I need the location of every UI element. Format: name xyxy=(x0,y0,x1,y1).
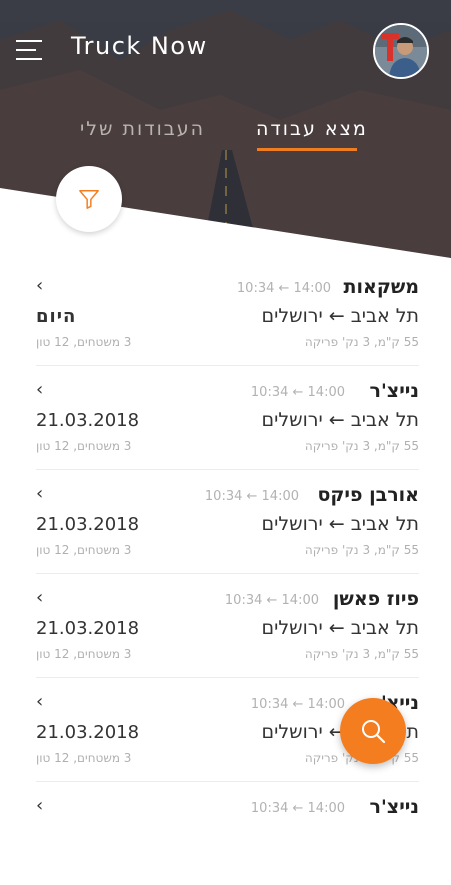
app-title: Truck Now xyxy=(71,32,208,60)
avatar-image xyxy=(375,25,427,77)
job-times: 10:34 ← 14:00 xyxy=(204,489,299,504)
active-tab-indicator xyxy=(257,148,357,151)
job-list-item[interactable]: אורבן פיקס 10:34 ← 14:00 ‹ תל אביב ← ירו… xyxy=(36,470,419,574)
search-button[interactable] xyxy=(340,698,406,764)
job-times: 10:34 ← 14:00 xyxy=(236,281,331,296)
job-details: 55 ק"מ, 3 נק' פריקה xyxy=(304,335,419,349)
job-times: 10:34 ← 14:00 xyxy=(224,593,319,608)
filter-button[interactable] xyxy=(56,166,122,232)
job-load: 3 משטחים, 12 טון xyxy=(36,751,132,765)
job-list-item[interactable]: משקאות 10:34 ← 14:00 ‹ תל אביב ← ירושלים… xyxy=(36,262,419,366)
job-load: 3 משטחים, 12 טון xyxy=(36,439,132,453)
job-route: תל אביב ← ירושלים xyxy=(261,409,419,431)
chevron-left-icon: ‹ xyxy=(36,691,44,712)
job-list: משקאות 10:34 ← 14:00 ‹ תל אביב ← ירושלים… xyxy=(0,262,451,885)
job-company: אורבן פיקס xyxy=(317,484,419,506)
menu-icon-bar xyxy=(16,49,36,51)
job-times: 10:34 ← 14:00 xyxy=(250,385,345,400)
search-icon xyxy=(362,720,386,744)
job-load: 3 משטחים, 12 טון xyxy=(36,335,132,349)
chevron-left-icon: ‹ xyxy=(36,483,44,504)
job-date: 21.03.2018 xyxy=(36,618,140,639)
job-date: היום xyxy=(36,306,77,327)
menu-button[interactable] xyxy=(16,38,44,62)
chevron-left-icon: ‹ xyxy=(36,795,44,816)
job-date: 21.03.2018 xyxy=(36,514,140,535)
job-list-item[interactable]: פיוז פאשן 10:34 ← 14:00 ‹ תל אביב ← ירוש… xyxy=(36,574,419,678)
job-company: נייצ'ר xyxy=(369,796,419,818)
job-details: 55 ק"מ, 3 נק' פריקה xyxy=(304,543,419,557)
job-load: 3 משטחים, 12 טון xyxy=(36,647,132,661)
chevron-left-icon: ‹ xyxy=(36,587,44,608)
job-company: פיוז פאשן xyxy=(332,588,419,610)
chevron-left-icon: ‹ xyxy=(36,275,44,296)
job-date: 21.03.2018 xyxy=(36,410,140,431)
job-list-item[interactable]: נייצ'ר 10:34 ← 14:00 ‹ תל אביב ← ירושלים… xyxy=(36,366,419,470)
job-route: תל אביב ← ירושלים xyxy=(261,513,419,535)
avatar[interactable] xyxy=(373,23,429,79)
job-list-item[interactable]: נייצ'ר 10:34 ← 14:00 ‹ xyxy=(36,782,419,885)
job-load: 3 משטחים, 12 טון xyxy=(36,543,132,557)
tab-find-work[interactable]: מצא עבודה xyxy=(256,118,368,140)
job-times: 10:34 ← 14:00 xyxy=(250,697,345,712)
job-date: 21.03.2018 xyxy=(36,722,140,743)
job-route: תל אביב ← ירושלים xyxy=(261,617,419,639)
job-details: 55 ק"מ, 3 נק' פריקה xyxy=(304,647,419,661)
menu-icon-bar xyxy=(16,58,42,60)
job-route: תל אביב ← ירושלים xyxy=(261,305,419,327)
tab-my-work[interactable]: העבודות שלי xyxy=(80,118,205,140)
chevron-left-icon: ‹ xyxy=(36,379,44,400)
job-company: משקאות xyxy=(343,276,419,298)
job-details: 55 ק"מ, 3 נק' פריקה xyxy=(304,439,419,453)
job-times: 10:34 ← 14:00 xyxy=(250,801,345,816)
filter-icon xyxy=(79,190,99,209)
job-company: נייצ'ר xyxy=(369,380,419,402)
menu-icon xyxy=(16,40,42,42)
